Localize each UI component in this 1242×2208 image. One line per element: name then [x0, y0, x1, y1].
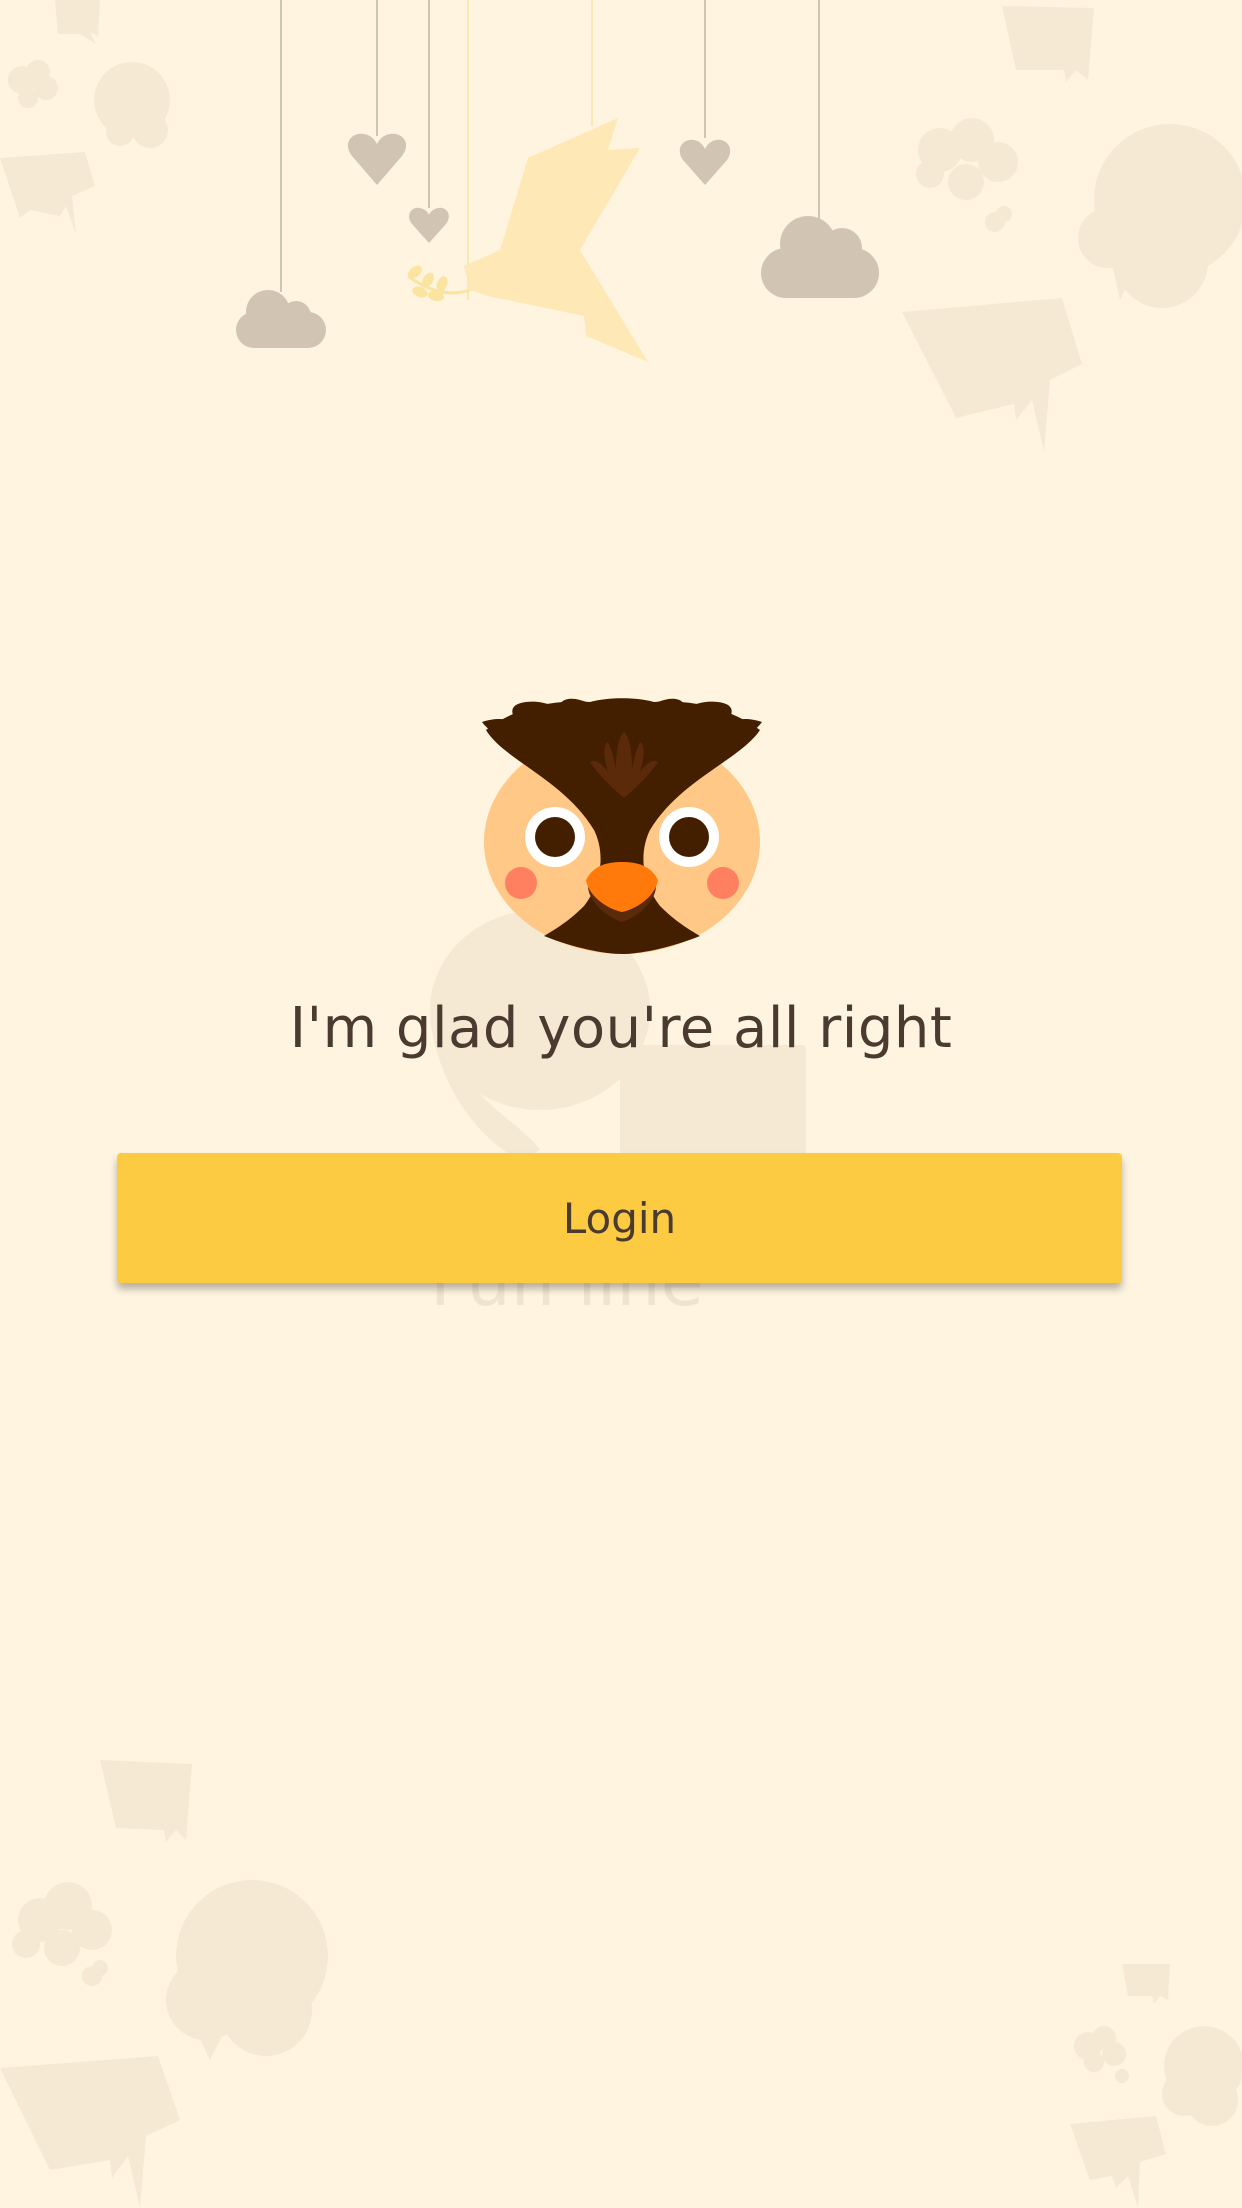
speech-bubble-icon — [1122, 1964, 1170, 2004]
hanging-heart-icon — [679, 139, 731, 185]
hanging-cloud-icon — [236, 290, 326, 348]
login-button[interactable]: Login — [117, 1153, 1122, 1283]
greeting-headline: I'm glad you're all right — [289, 996, 953, 1061]
speech-bubble-icon — [100, 1760, 192, 1842]
hanging-mobile — [236, 0, 879, 362]
hanging-heart-icon — [347, 133, 407, 185]
origami-bird-icon — [407, 118, 648, 362]
login-button-label: Login — [562, 1193, 677, 1243]
hanging-cloud-icon — [761, 216, 879, 298]
hanging-heart-icon — [409, 207, 449, 243]
